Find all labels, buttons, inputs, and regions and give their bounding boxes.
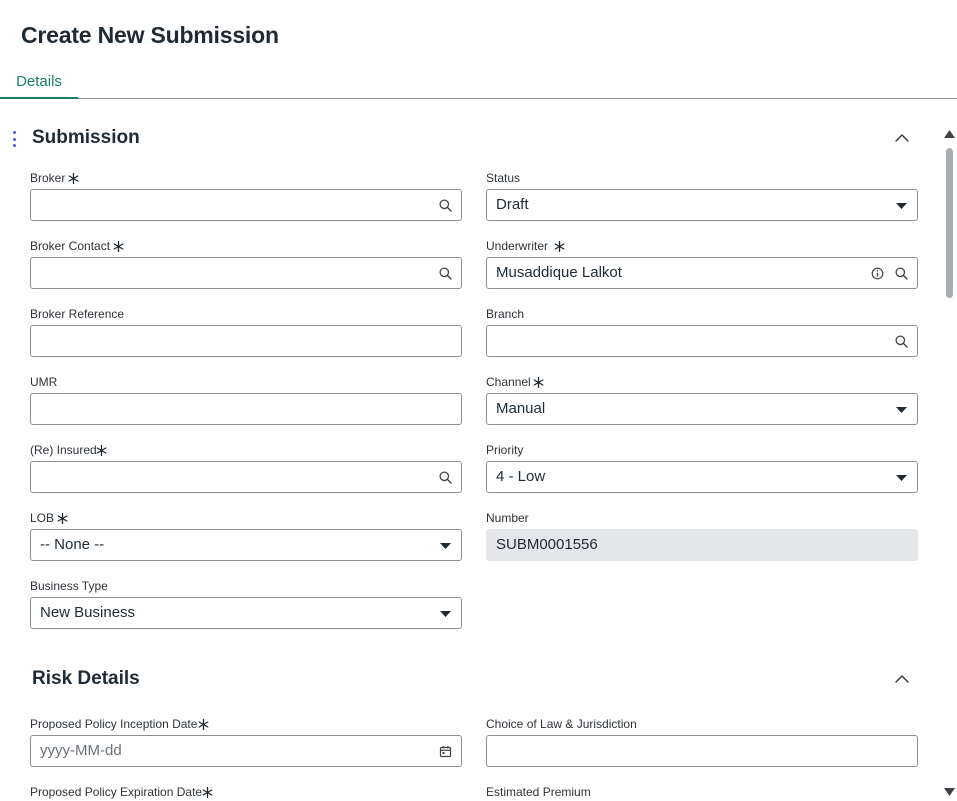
search-icon[interactable] [439,267,452,280]
info-icon[interactable] [871,267,884,280]
broker-reference-input[interactable] [30,325,462,357]
priority-label: Priority [486,443,524,457]
lob-label: LOB [30,511,55,525]
broker-reference-label: Broker Reference [30,307,125,321]
broker-input[interactable] [30,189,462,221]
asterisk-icon [113,241,124,252]
search-icon[interactable] [895,267,908,280]
channel-value: Manual [496,400,546,417]
asterisk-icon [533,377,544,388]
scroll-up-arrow-icon[interactable] [944,130,955,138]
status-select[interactable]: Draft [486,189,918,221]
underwriter-input[interactable]: Musaddique Lalkot [486,257,918,289]
lob-value: -- None -- [40,536,105,553]
asterisk-icon [96,445,107,456]
choice-of-law-input[interactable] [486,735,918,767]
lob-select[interactable]: -- None -- [30,529,462,561]
page-title: Create New Submission [21,22,279,48]
chevron-up-icon [892,671,912,687]
scroll-thumb[interactable] [946,148,953,298]
scroll-down-arrow-icon[interactable] [944,788,955,796]
caret-down-icon [440,543,451,549]
search-icon[interactable] [439,199,452,212]
reinsured-input[interactable] [30,461,462,493]
number-field: SUBM0001556 [486,529,918,561]
inception-date-label: Proposed Policy Inception Date [30,717,198,731]
business-type-select[interactable]: New Business [30,597,462,629]
calendar-icon[interactable] [439,745,452,758]
collapse-submission-button[interactable] [892,130,912,146]
caret-down-icon [896,203,907,209]
asterisk-icon [57,513,68,524]
branch-input[interactable] [486,325,918,357]
expiration-date-label: Proposed Policy Expiration Date [30,785,203,799]
choice-of-law-label: Choice of Law & Jurisdiction [486,717,637,731]
reinsured-label: (Re) Insured [30,443,97,457]
chevron-up-icon [892,130,912,146]
drag-handle-icon[interactable] [11,131,17,147]
search-icon[interactable] [439,471,452,484]
section-title-risk-details: Risk Details [32,668,140,689]
asterisk-icon [198,719,209,730]
broker-contact-input[interactable] [30,257,462,289]
underwriter-label: Underwriter [486,239,549,253]
broker-label: Broker [30,171,66,185]
channel-label: Channel [486,375,531,389]
umr-label: UMR [30,375,58,389]
priority-value: 4 - Low [496,468,546,485]
tab-bar: Details [0,66,957,99]
search-icon[interactable] [895,335,908,348]
scrollbar[interactable] [942,128,957,801]
business-type-value: New Business [40,604,136,621]
umr-input[interactable] [30,393,462,425]
branch-label: Branch [486,307,525,321]
caret-down-icon [896,475,907,481]
status-label: Status [486,171,521,185]
number-value: SUBM0001556 [496,536,598,553]
business-type-label: Business Type [30,579,108,593]
asterisk-icon [202,787,213,798]
underwriter-value: Musaddique Lalkot [496,264,622,281]
priority-select[interactable]: 4 - Low [486,461,918,493]
estimated-premium-label: Estimated Premium [486,785,591,799]
status-value: Draft [496,196,529,213]
collapse-risk-details-button[interactable] [892,671,912,687]
section-title-submission: Submission [32,127,140,148]
number-label: Number [486,511,529,525]
caret-down-icon [440,611,451,617]
channel-select[interactable]: Manual [486,393,918,425]
inception-date-input[interactable]: yyyy-MM-dd [30,735,462,767]
asterisk-icon [554,241,565,252]
broker-contact-label: Broker Contact [30,239,111,253]
asterisk-icon [68,173,79,184]
inception-date-placeholder: yyyy-MM-dd [40,742,122,759]
tab-details[interactable]: Details [0,66,78,99]
caret-down-icon [896,407,907,413]
